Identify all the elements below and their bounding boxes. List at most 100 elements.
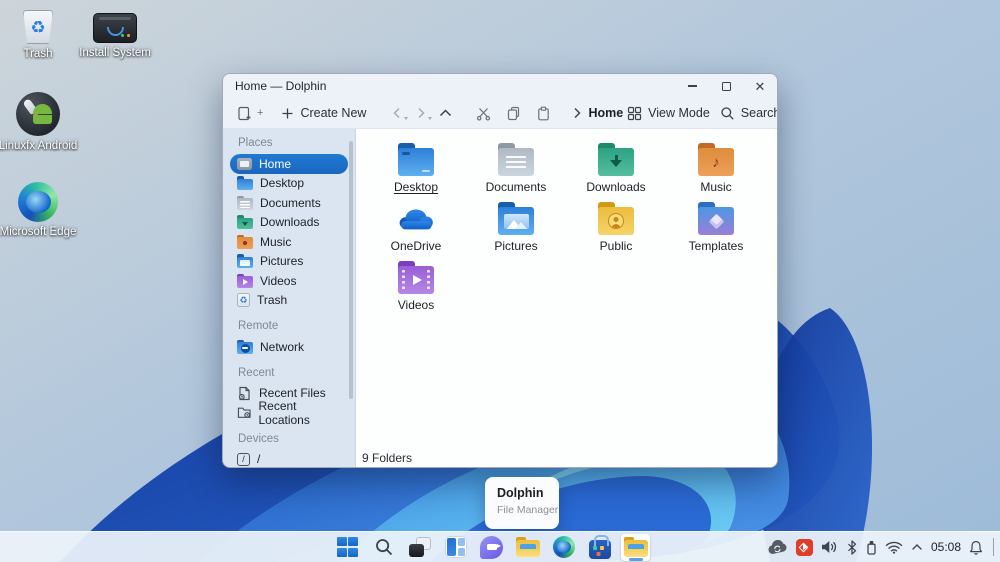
folder-item-documents[interactable]: Documents	[468, 137, 564, 196]
file-explorer-button[interactable]	[513, 534, 542, 561]
linuxfx-android-icon	[16, 92, 60, 136]
folder-music-icon	[237, 234, 253, 249]
sidebar-item-recent-locations[interactable]: Recent Locations	[230, 399, 348, 427]
usb-device-tray-button[interactable]	[866, 540, 877, 555]
desktop-icon-install-system[interactable]: Install System	[79, 10, 151, 59]
sidebar-item-documents[interactable]: Documents	[230, 193, 348, 213]
tray-expand-chevron-icon	[912, 544, 922, 550]
sidebar-item-music[interactable]: Music	[230, 232, 348, 252]
bluetooth-icon	[848, 539, 857, 555]
folder-item-videos[interactable]: Videos	[368, 255, 464, 314]
folder-item-onedrive[interactable]: OneDrive	[368, 196, 464, 255]
trash-small-icon: ♻	[237, 293, 250, 308]
sidebar-section-recent: Recent	[238, 366, 275, 379]
volume-tray-button[interactable]	[821, 540, 838, 554]
sidebar-item-label: Pictures	[260, 254, 304, 269]
bluetooth-tray-button[interactable]	[846, 539, 858, 555]
folder-item-downloads[interactable]: Downloads	[568, 137, 664, 196]
sidebar-item-root[interactable]: / /	[230, 450, 348, 468]
cloud-sync-tray-button[interactable]	[767, 539, 788, 555]
taskbar-search-button[interactable]	[369, 534, 398, 561]
back-dropdown-caret[interactable]	[404, 117, 409, 120]
folder-downloads-icon	[237, 215, 253, 230]
dolphin-taskbar-button[interactable]	[621, 533, 650, 561]
minimize-button[interactable]	[675, 74, 709, 98]
create-new-button[interactable]: Create New	[281, 106, 366, 120]
breadcrumb[interactable]: Home	[572, 106, 623, 120]
search-icon	[375, 539, 392, 556]
new-tab-button[interactable]	[233, 101, 255, 125]
maximize-icon	[721, 81, 731, 91]
breadcrumb-chevron-icon	[574, 107, 581, 119]
forward-button[interactable]	[410, 101, 432, 125]
view-mode-grid-icon	[628, 106, 642, 120]
task-view-button[interactable]	[405, 534, 434, 561]
notification-bell-icon	[970, 540, 982, 555]
folder-documents-icon	[497, 142, 535, 177]
up-button[interactable]	[434, 101, 456, 125]
taskbar: 05:08	[0, 531, 1000, 562]
wifi-tray-button[interactable]	[885, 541, 903, 554]
breadcrumb-location[interactable]: Home	[588, 106, 623, 120]
folder-grid: Desktop Documents Downloads ♪ Music OneD…	[356, 129, 777, 448]
statusbar: 9 Folders	[356, 448, 777, 467]
folder-item-music[interactable]: ♪ Music	[668, 137, 764, 196]
notifications-button[interactable]	[969, 540, 983, 555]
folder-videos-icon	[237, 273, 253, 288]
tray-expand-button[interactable]	[911, 543, 923, 551]
desktop-icon-trash[interactable]: ♻ Trash	[3, 10, 73, 60]
anydesk-tray-button[interactable]	[795, 538, 813, 556]
sidebar-item-label: Downloads	[260, 215, 320, 230]
titlebar[interactable]: Home — Dolphin ✕	[223, 74, 777, 98]
folder-item-desktop[interactable]: Desktop	[368, 137, 464, 196]
sidebar-item-label: Recent Locations	[258, 398, 310, 427]
folder-item-label: Downloads	[586, 180, 646, 194]
folder-item-pictures[interactable]: Pictures	[468, 196, 564, 255]
store-button[interactable]	[585, 534, 614, 561]
folder-documents-icon	[237, 195, 253, 210]
desktop-icon-microsoft-edge[interactable]: Microsoft Edge	[0, 182, 76, 238]
onedrive-cloud-icon	[397, 201, 435, 236]
view-mode-button[interactable]: View Mode	[627, 106, 710, 121]
clock[interactable]: 05:08	[931, 540, 961, 554]
trash-icon: ♻	[23, 10, 53, 44]
search-button[interactable]: Search	[720, 106, 777, 121]
chat-icon	[480, 535, 503, 559]
folder-item-public[interactable]: Public	[568, 196, 664, 255]
desktop-icon-linuxfx-android[interactable]: Linuxfx Android	[0, 92, 77, 152]
chat-button[interactable]	[477, 534, 506, 561]
volume-icon	[821, 541, 837, 553]
cut-scissors-icon	[476, 107, 491, 121]
widgets-button[interactable]	[441, 534, 470, 561]
edge-icon	[552, 536, 575, 558]
show-desktop-handle[interactable]	[993, 538, 994, 556]
close-button[interactable]: ✕	[743, 74, 777, 98]
back-chevron-icon	[393, 107, 400, 119]
sidebar-item-label: Documents	[260, 195, 321, 210]
edge-button[interactable]	[549, 534, 578, 561]
cut-button[interactable]	[472, 101, 494, 125]
sidebar-item-downloads[interactable]: Downloads	[230, 213, 348, 233]
sidebar-item-desktop[interactable]: Desktop	[230, 174, 348, 194]
sidebar-item-pictures[interactable]: Pictures	[230, 252, 348, 272]
start-button[interactable]	[333, 534, 362, 561]
paste-button[interactable]	[532, 101, 554, 125]
forward-dropdown-caret[interactable]	[428, 117, 433, 120]
sidebar-item-videos[interactable]: Videos	[230, 271, 348, 291]
sidebar-item-home[interactable]: Home	[230, 154, 348, 174]
back-button[interactable]	[386, 101, 408, 125]
forward-chevron-icon	[418, 107, 425, 119]
copy-button[interactable]	[502, 101, 524, 125]
folder-item-templates[interactable]: Templates	[668, 196, 764, 255]
folder-item-label: Templates	[688, 239, 744, 253]
edge-icon	[18, 182, 58, 222]
sidebar-item-network[interactable]: Network	[230, 337, 348, 357]
sidebar-item-trash[interactable]: ♻ Trash	[230, 291, 348, 311]
sidebar-section-devices: Devices	[238, 432, 279, 445]
paste-icon	[538, 106, 549, 120]
folder-item-label: Desktop	[393, 180, 439, 194]
recycle-glyph: ♻	[30, 17, 46, 37]
sidebar-scrollbar[interactable]	[349, 141, 353, 399]
maximize-button[interactable]	[709, 74, 743, 98]
folder-music-icon: ♪	[697, 142, 735, 177]
